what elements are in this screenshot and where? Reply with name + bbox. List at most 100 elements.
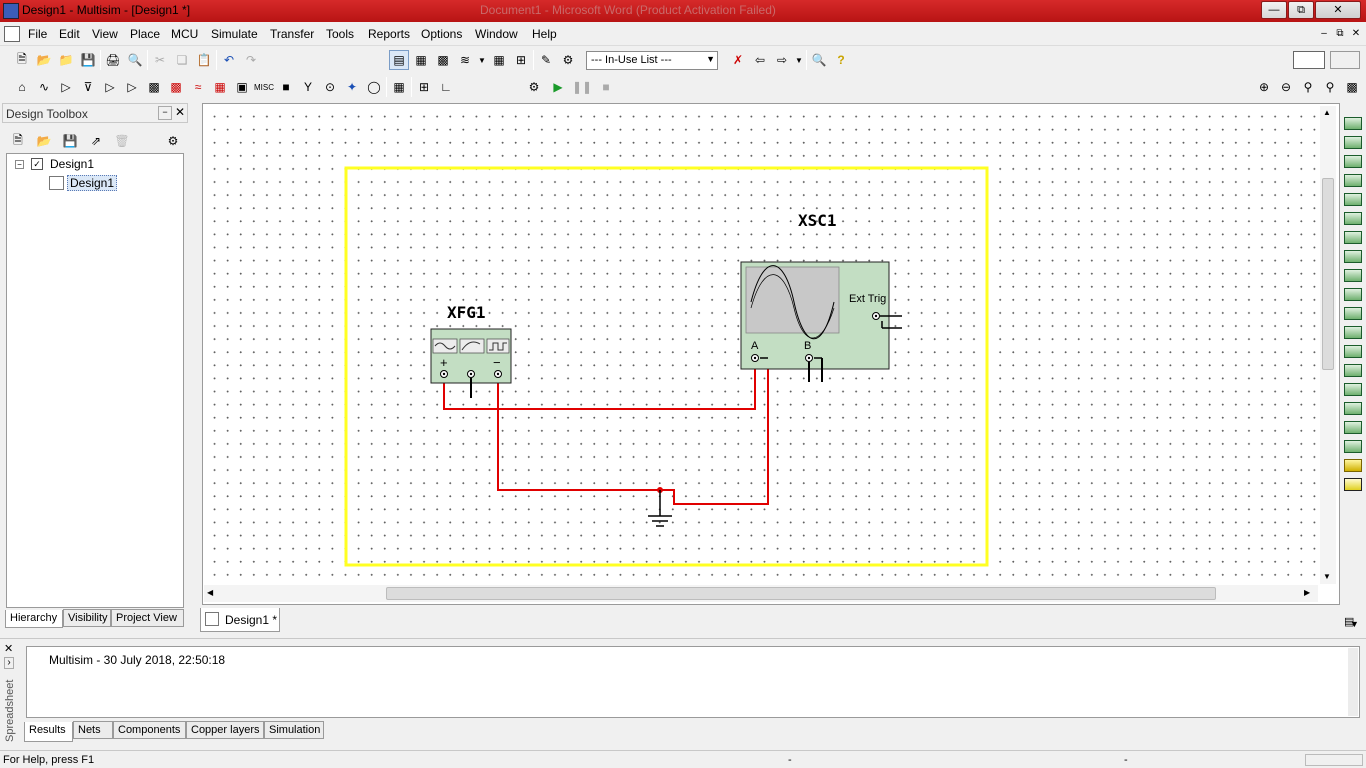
- menu-mcu[interactable]: MCU: [171, 27, 198, 41]
- scroll-down-icon[interactable]: ▼: [1323, 572, 1331, 581]
- new-file-icon[interactable]: 🗎: [12, 50, 32, 70]
- find-icon[interactable]: 🔍: [809, 50, 829, 70]
- full-screen-icon[interactable]: ▩: [1342, 77, 1362, 97]
- chevron-down-icon[interactable]: ▼: [477, 50, 487, 70]
- place-mixed-icon[interactable]: ≈: [188, 77, 208, 97]
- copy-icon[interactable]: ❏: [172, 50, 192, 70]
- oscilloscope-icon[interactable]: [1344, 174, 1362, 187]
- toggle-toolbox-icon[interactable]: ▤: [389, 50, 409, 70]
- document-icon[interactable]: [4, 26, 20, 42]
- menu-help[interactable]: Help: [532, 27, 557, 41]
- results-scrollbar[interactable]: [1348, 648, 1358, 716]
- iv-analyzer-icon[interactable]: [1344, 307, 1362, 320]
- agilent-oscilloscope-icon[interactable]: [1344, 421, 1362, 434]
- network-analyzer-icon[interactable]: [1344, 364, 1362, 377]
- ground-symbol[interactable]: [648, 490, 672, 527]
- cut-icon[interactable]: ✂: [150, 50, 170, 70]
- back-annotate-icon[interactable]: ⇦: [750, 50, 770, 70]
- menu-edit[interactable]: Edit: [59, 27, 80, 41]
- toggle-spreadsheet-icon[interactable]: ▦: [411, 50, 431, 70]
- horizontal-scrollbar[interactable]: ◀ ▶: [204, 585, 1318, 602]
- place-basic-icon[interactable]: ∿: [34, 77, 54, 97]
- agilent-multimeter-icon[interactable]: [1344, 402, 1362, 415]
- hierarchy-icon[interactable]: ⊞: [511, 50, 531, 70]
- wire-negative[interactable]: [497, 374, 660, 491]
- place-bus-icon[interactable]: ∟: [436, 77, 456, 97]
- labview-instrument-icon[interactable]: [1344, 478, 1362, 491]
- agilent-generator-icon[interactable]: [1344, 383, 1362, 396]
- place-power-icon[interactable]: ▣: [232, 77, 252, 97]
- save-design-icon[interactable]: 💾: [60, 131, 80, 151]
- new-design-icon[interactable]: 🗎: [8, 131, 28, 151]
- spectrum-analyzer-icon[interactable]: [1344, 345, 1362, 358]
- export-icon[interactable]: ⇗: [86, 131, 106, 151]
- tab-project-view[interactable]: Project View: [111, 609, 184, 627]
- tab-results[interactable]: Results: [24, 722, 73, 742]
- help-icon[interactable]: ?: [831, 50, 851, 70]
- multisim-app-icon[interactable]: [3, 3, 19, 19]
- zoom-in-icon[interactable]: ⊕: [1254, 77, 1274, 97]
- checkbox-icon[interactable]: ✓: [31, 158, 43, 170]
- toggle-sdb-icon[interactable]: ▩: [433, 50, 453, 70]
- oscilloscope-xsc1[interactable]: [740, 261, 902, 382]
- menu-file[interactable]: File: [28, 27, 47, 41]
- pause-simulation-icon[interactable]: ❚❚: [572, 77, 592, 97]
- menu-reports[interactable]: Reports: [368, 27, 410, 41]
- pin-icon[interactable]: −: [158, 106, 172, 120]
- in-use-list-dropdown[interactable]: --- In-Use List --- ▼: [586, 51, 718, 70]
- paste-icon[interactable]: 📋: [194, 50, 214, 70]
- menu-simulate[interactable]: Simulate: [211, 27, 258, 41]
- tab-design1[interactable]: Design1 *: [200, 608, 280, 632]
- circuit-icon[interactable]: ⚙: [163, 131, 183, 151]
- word-generator-icon[interactable]: [1344, 250, 1362, 263]
- instrument-bar-toggle-icon[interactable]: [1293, 51, 1325, 69]
- collapse-icon[interactable]: −: [15, 160, 24, 169]
- mdi-minimize-button[interactable]: –: [1318, 28, 1330, 40]
- erc-icon[interactable]: ✗: [728, 50, 748, 70]
- tektronix-oscilloscope-icon[interactable]: [1344, 440, 1362, 453]
- component-bar-toggle-icon[interactable]: [1330, 51, 1360, 69]
- print-preview-icon[interactable]: 🔍: [125, 50, 145, 70]
- open-sample-icon[interactable]: 📁: [56, 50, 76, 70]
- stop-simulation-icon[interactable]: ■: [596, 77, 616, 97]
- close-icon[interactable]: ✕: [175, 105, 185, 119]
- tab-hierarchy[interactable]: Hierarchy: [5, 610, 63, 628]
- resize-grip[interactable]: [1305, 754, 1363, 766]
- delete-icon[interactable]: 🗑: [112, 131, 132, 151]
- place-indicator-icon[interactable]: ▦: [210, 77, 230, 97]
- close-button[interactable]: ✕: [1315, 1, 1361, 19]
- scroll-up-icon[interactable]: ▲: [1323, 108, 1331, 117]
- run-simulation-icon[interactable]: ▶: [548, 77, 568, 97]
- place-mcu-icon[interactable]: ▦: [389, 77, 409, 97]
- menu-view[interactable]: View: [92, 27, 118, 41]
- place-ni-icon[interactable]: ✦: [342, 77, 362, 97]
- zoom-out-icon[interactable]: ⊖: [1276, 77, 1296, 97]
- zoom-fit-icon[interactable]: ⚲: [1320, 77, 1340, 97]
- open-file-icon[interactable]: 📂: [34, 50, 54, 70]
- pin-icon[interactable]: ›: [4, 657, 14, 669]
- horizontal-scroll-thumb[interactable]: [386, 587, 1216, 600]
- place-electromechanical-icon[interactable]: ⊙: [320, 77, 340, 97]
- parts-wizard-icon[interactable]: ✎: [536, 50, 556, 70]
- scroll-left-icon[interactable]: ◀: [207, 588, 213, 597]
- chevron-down-icon[interactable]: ▼: [794, 50, 804, 70]
- frequency-counter-icon[interactable]: [1344, 231, 1362, 244]
- place-connector-icon[interactable]: ◯: [364, 77, 384, 97]
- restore-button[interactable]: ⧉: [1288, 1, 1314, 19]
- undo-icon[interactable]: ↶: [219, 50, 239, 70]
- measurement-probe-icon[interactable]: [1344, 459, 1362, 472]
- component-db-icon[interactable]: ▦: [489, 50, 509, 70]
- grapher-icon[interactable]: ≋: [455, 50, 475, 70]
- place-hierarchical-block-icon[interactable]: ⊞: [414, 77, 434, 97]
- menu-window[interactable]: Window: [475, 27, 518, 41]
- tab-copper-layers[interactable]: Copper layers: [186, 721, 264, 739]
- mdi-restore-button[interactable]: ⧉: [1334, 28, 1346, 40]
- logic-converter-icon[interactable]: [1344, 288, 1362, 301]
- menu-tools[interactable]: Tools: [326, 27, 354, 41]
- place-ttl-icon[interactable]: ▷: [122, 77, 142, 97]
- bode-plotter-icon[interactable]: [1344, 212, 1362, 225]
- redo-icon[interactable]: ↷: [241, 50, 261, 70]
- tab-simulation[interactable]: Simulation: [264, 721, 324, 739]
- place-diode-icon[interactable]: ▷: [56, 77, 76, 97]
- place-transistor-icon[interactable]: ⊽: [78, 77, 98, 97]
